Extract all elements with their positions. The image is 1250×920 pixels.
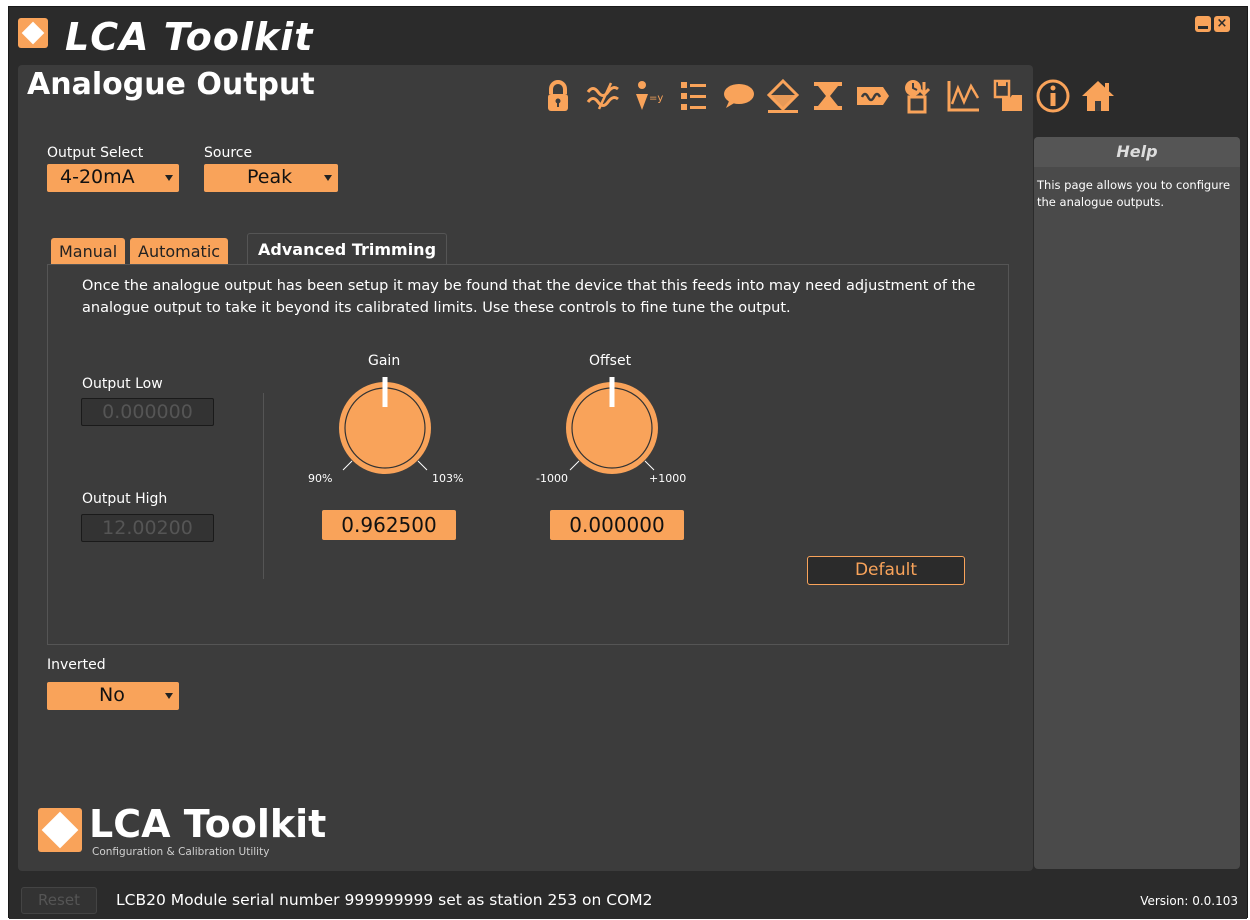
help-text: This page allows you to configure the an…	[1037, 178, 1231, 209]
status-message: LCB20 Module serial number 999999999 set…	[116, 891, 653, 909]
chart-icon[interactable]	[944, 75, 982, 117]
source-label: Source	[204, 145, 253, 161]
tare-icon[interactable]	[764, 75, 802, 117]
footer-logo-name: LCA Toolkit	[89, 802, 327, 846]
offset-label: Offset	[589, 353, 632, 369]
help-panel: Help This page allows you to configure t…	[1034, 137, 1240, 869]
gain-knob[interactable]	[330, 373, 440, 483]
tab-advanced-trimming[interactable]: Advanced Trimming	[247, 233, 448, 266]
gain-max-label: 103%	[432, 472, 464, 485]
app-logo-icon	[18, 18, 48, 48]
divider	[263, 393, 264, 579]
help-title: Help	[1034, 137, 1240, 167]
signal-icon[interactable]	[854, 75, 892, 117]
output-low-field: 0.000000	[81, 398, 214, 426]
range-icon[interactable]	[809, 75, 847, 117]
default-button[interactable]: Default	[807, 556, 965, 585]
version-label: Version: 0.0.103	[1140, 894, 1238, 908]
footer-logo-tagline: Configuration & Calibration Utility	[92, 846, 270, 858]
gain-min-label: 90%	[308, 472, 333, 485]
svg-text:=y: =y	[649, 93, 663, 104]
gain-label: Gain	[368, 353, 401, 369]
toolbar: =y	[539, 75, 1117, 117]
main-panel: Analogue Output =y Output Select 4-20mA …	[18, 65, 1114, 871]
tab-automatic[interactable]: Automatic	[130, 238, 229, 264]
inverted-dropdown[interactable]: No	[47, 682, 179, 710]
tab-manual[interactable]: Manual	[51, 238, 126, 264]
advanced-trimming-panel: Once the analogue output has been setup …	[47, 264, 1009, 645]
linearise-icon[interactable]: =y	[629, 75, 667, 117]
reset-button[interactable]: Reset	[21, 887, 97, 914]
minimize-button[interactable]	[1195, 16, 1211, 32]
status-bar: Reset LCB20 Module serial number 9999999…	[9, 879, 1247, 919]
output-high-field: 12.00200	[81, 514, 214, 542]
output-select-label: Output Select	[47, 145, 144, 161]
close-button[interactable]: ×	[1214, 16, 1230, 32]
gain-value-field[interactable]: 0.962500	[322, 510, 456, 540]
settings-list-icon[interactable]	[674, 75, 712, 117]
comment-icon[interactable]	[719, 75, 757, 117]
info-icon[interactable]	[1034, 75, 1072, 117]
inverted-value: No	[99, 684, 125, 706]
app-title: LCA Toolkit	[65, 15, 314, 59]
page-title: Analogue Output	[27, 67, 315, 102]
output-select-value: 4-20mA	[60, 166, 135, 188]
app-window: LCA Toolkit × Analogue Output =y Output …	[8, 6, 1248, 919]
filter-wave-icon[interactable]	[584, 75, 622, 117]
output-high-label: Output High	[82, 491, 168, 507]
source-value: Peak	[247, 166, 293, 188]
offset-min-label: -1000	[536, 472, 568, 485]
source-dropdown[interactable]: Peak	[204, 164, 338, 192]
chevron-down-icon	[324, 175, 332, 181]
offset-max-label: +1000	[649, 472, 687, 485]
footer-logo-icon	[38, 808, 82, 852]
inverted-label: Inverted	[47, 657, 106, 673]
trimming-description: Once the analogue output has been setup …	[82, 278, 976, 316]
output-low-label: Output Low	[82, 376, 163, 392]
title-bar: LCA Toolkit ×	[9, 7, 1247, 63]
chevron-down-icon	[165, 175, 173, 181]
download-icon[interactable]	[899, 75, 937, 117]
chevron-down-icon	[165, 693, 173, 699]
output-select-dropdown[interactable]: 4-20mA	[47, 164, 179, 192]
offset-value-field[interactable]: 0.000000	[550, 510, 684, 540]
lock-icon[interactable]	[539, 75, 577, 117]
offset-knob[interactable]	[557, 373, 667, 483]
home-icon[interactable]	[1079, 75, 1117, 117]
save-open-icon[interactable]	[989, 75, 1027, 117]
